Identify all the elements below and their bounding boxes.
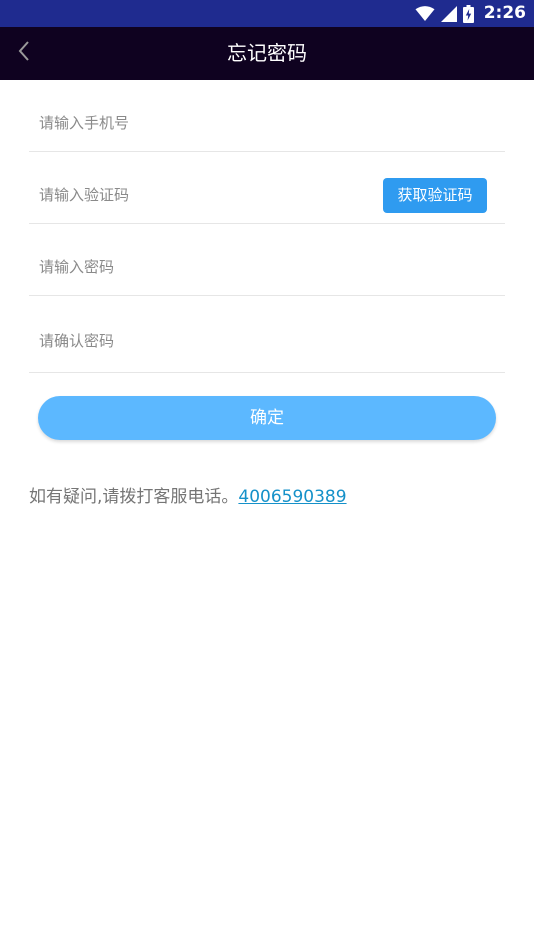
hotline-phone-link[interactable]: 4006590389 [238, 487, 346, 507]
confirm-password-field-row [29, 310, 505, 373]
code-field-row: 获取验证码 [29, 166, 505, 224]
confirm-button[interactable]: 确定 [38, 396, 496, 440]
cellular-signal-icon [440, 5, 457, 22]
verification-code-input[interactable] [29, 166, 359, 223]
wifi-icon [415, 5, 435, 22]
app-bar: 忘记密码 [0, 27, 534, 80]
password-input[interactable] [29, 238, 359, 295]
confirm-password-input[interactable] [29, 310, 359, 372]
phone-input[interactable] [29, 94, 359, 151]
status-bar: 2:26 [0, 0, 534, 27]
get-code-button[interactable]: 获取验证码 [383, 178, 487, 213]
status-icons: 2:26 [415, 0, 526, 27]
help-line: 如有疑问,请拨打客服电话。4006590389 [29, 482, 347, 507]
help-text: 如有疑问,请拨打客服电话。 [29, 487, 239, 507]
password-field-row [29, 238, 505, 296]
page-title: 忘记密码 [227, 41, 307, 65]
status-time: 2:26 [483, 3, 526, 23]
battery-charging-icon [462, 4, 474, 23]
phone-field-row [29, 94, 505, 152]
